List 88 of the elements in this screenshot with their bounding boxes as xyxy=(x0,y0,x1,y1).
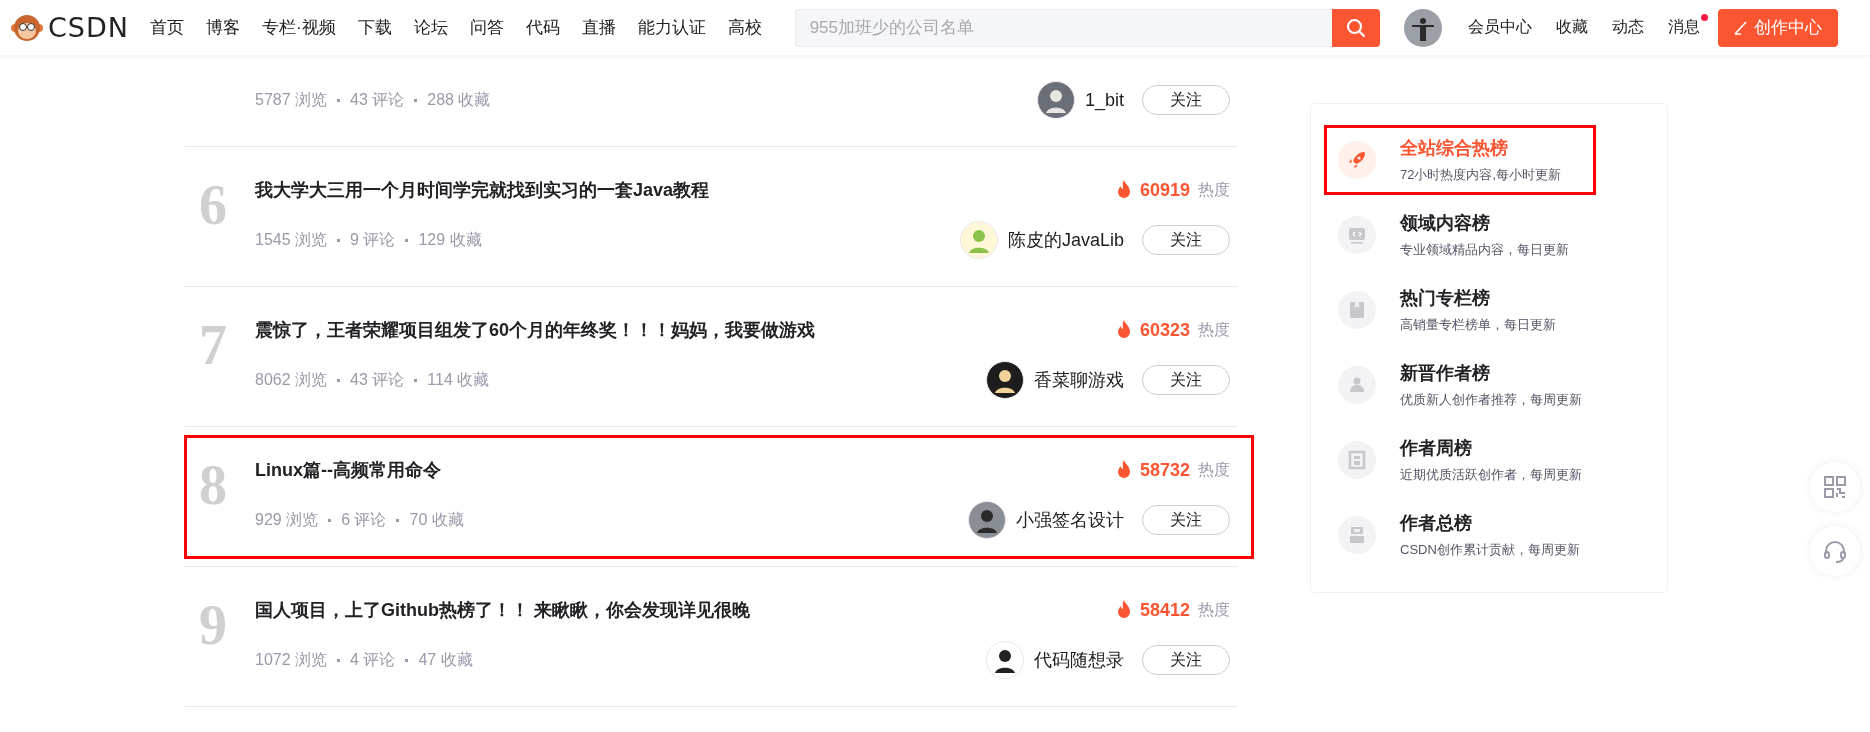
article-stat: 114 收藏 xyxy=(427,369,490,390)
nav-link[interactable]: 代码 xyxy=(514,16,571,39)
ranking-subtitle: CSDN创作累计贡献，每周更新 xyxy=(1400,540,1580,559)
ranking-title[interactable]: 作者周榜 xyxy=(1400,435,1582,460)
code-icon[interactable] xyxy=(1337,214,1377,255)
flame-icon xyxy=(1115,600,1132,620)
book-icon[interactable] xyxy=(1337,289,1377,330)
headset-icon xyxy=(1823,539,1847,563)
logo-text[interactable]: CSDN xyxy=(48,12,129,43)
header-link[interactable]: 收藏 xyxy=(1555,17,1588,38)
header-link[interactable]: 动态 xyxy=(1611,17,1644,38)
heat-label: 热度 xyxy=(1198,179,1230,200)
ranking-subtitle: 优质新人创作者推荐，每周更新 xyxy=(1400,390,1582,409)
article-stat: 5787 浏览 xyxy=(255,89,328,110)
article-stat: 47 收藏 xyxy=(418,649,473,670)
user-avatar[interactable] xyxy=(1403,8,1442,47)
article-title[interactable]: 国人项目，上了Github热榜了！！ 来瞅瞅，你会发现详见很晚 xyxy=(255,598,750,622)
nav-link[interactable]: 专栏·视频 xyxy=(251,16,347,39)
author-avatar[interactable] xyxy=(968,501,1006,539)
follow-button[interactable]: 关注 xyxy=(1142,225,1230,255)
ranking-title[interactable]: 热门专栏榜 xyxy=(1400,285,1556,310)
ranking-subtitle: 高销量专栏榜单，每日更新 xyxy=(1400,315,1556,334)
pen-icon xyxy=(1733,20,1748,35)
nav-link[interactable]: 能力认证 xyxy=(626,16,717,39)
article-stat: 1545 浏览 xyxy=(255,229,328,250)
ranking-title[interactable]: 新晋作者榜 xyxy=(1400,360,1582,385)
header-link[interactable]: 会员中心 xyxy=(1467,17,1532,38)
flame-icon xyxy=(1115,180,1132,200)
nav-link[interactable]: 问答 xyxy=(458,16,515,39)
search-icon xyxy=(1345,17,1366,38)
search-button[interactable] xyxy=(1331,8,1380,47)
article-stat: 4 评论 xyxy=(350,649,396,670)
article-stat: 43 评论 xyxy=(350,369,405,390)
article-title[interactable]: 我大学大三用一个月时间学完就找到实习的一套Java教程 xyxy=(255,178,710,202)
heat-label: 热度 xyxy=(1198,319,1230,340)
article-stat: 70 收藏 xyxy=(409,509,464,530)
author-name[interactable]: 小强签名设计 xyxy=(1016,508,1124,532)
article-stat: 929 浏览 xyxy=(255,509,319,530)
ranking-item[interactable]: 领域内容榜 专业领域精品内容，每日更新 xyxy=(1324,197,1667,272)
follow-button[interactable]: 关注 xyxy=(1142,505,1230,535)
monkey-logo-icon[interactable] xyxy=(10,12,44,43)
header-link[interactable]: 消息 xyxy=(1667,17,1700,38)
author-name[interactable]: 香菜聊游戏 xyxy=(1034,368,1124,392)
follow-button[interactable]: 关注 xyxy=(1142,645,1230,675)
nav-link[interactable]: 论坛 xyxy=(402,16,459,39)
heat-value: 58412 xyxy=(1139,599,1190,621)
article-stat: 43 评论 xyxy=(350,89,405,110)
author-name[interactable]: 陈皮的JavaLib xyxy=(1007,228,1124,252)
rocket-icon[interactable] xyxy=(1337,139,1377,180)
ranking-item[interactable]: 作者总榜 CSDN创作累计贡献，每周更新 xyxy=(1324,497,1667,572)
person-icon[interactable] xyxy=(1337,364,1377,405)
nav-link[interactable]: 首页 xyxy=(139,16,195,39)
heat-label: 热度 xyxy=(1198,459,1230,480)
article-title[interactable]: Linux篇--高频常用命令 xyxy=(255,458,441,482)
author-name[interactable]: 1_bit xyxy=(1084,89,1124,111)
author-avatar[interactable] xyxy=(986,641,1024,679)
ranking-title[interactable]: 作者总榜 xyxy=(1400,510,1580,535)
ranking-subtitle: 72小时热度内容,每小时更新 xyxy=(1400,165,1562,184)
ranking-item[interactable]: 全站综合热榜 72小时热度内容,每小时更新 xyxy=(1324,122,1667,197)
ranking-subtitle: 近期优质活跃创作者，每周更新 xyxy=(1400,465,1582,484)
ranking-item[interactable]: 作者周榜 近期优质活跃创作者，每周更新 xyxy=(1324,422,1667,497)
follow-button[interactable]: 关注 xyxy=(1142,365,1230,395)
nav-link[interactable]: 直播 xyxy=(570,16,627,39)
ranking-subtitle: 专业领域精品内容，每日更新 xyxy=(1400,240,1569,259)
nav-link[interactable]: 高校 xyxy=(716,16,773,39)
ranking-title[interactable]: 领域内容榜 xyxy=(1400,210,1569,235)
flame-icon xyxy=(1115,320,1132,340)
ranking-item[interactable]: 热门专栏榜 高销量专栏榜单，每日更新 xyxy=(1324,272,1667,347)
article-stat: 9 评论 xyxy=(350,229,396,250)
author-name[interactable]: 代码随想录 xyxy=(1034,648,1124,672)
nav-link[interactable]: 下载 xyxy=(346,16,403,39)
search-field[interactable]: 955加班少的公司名单 xyxy=(794,8,1332,47)
flame-icon xyxy=(1115,460,1132,480)
article-stat: 8062 浏览 xyxy=(255,369,328,390)
heat-value: 58732 xyxy=(1139,459,1190,481)
heat-value: 60919 xyxy=(1139,179,1190,201)
author-avatar[interactable] xyxy=(986,361,1024,399)
article-stat: 1072 浏览 xyxy=(255,649,328,670)
follow-button[interactable]: 关注 xyxy=(1142,85,1230,115)
article-stat: 288 收藏 xyxy=(427,89,491,110)
heat-label: 热度 xyxy=(1198,599,1230,620)
article-title[interactable]: 震惊了，王者荣耀项目组发了60个月的年终奖！！！妈妈，我要做游戏 xyxy=(255,318,816,342)
article-stat: 129 收藏 xyxy=(418,229,482,250)
heat-value: 60323 xyxy=(1139,319,1190,341)
article-stat: 6 评论 xyxy=(341,509,387,530)
ranking-item[interactable]: 新晋作者榜 优质新人创作者推荐，每周更新 xyxy=(1324,347,1667,422)
qr-code-icon xyxy=(1824,476,1846,498)
nav-link[interactable]: 博客 xyxy=(195,16,251,39)
